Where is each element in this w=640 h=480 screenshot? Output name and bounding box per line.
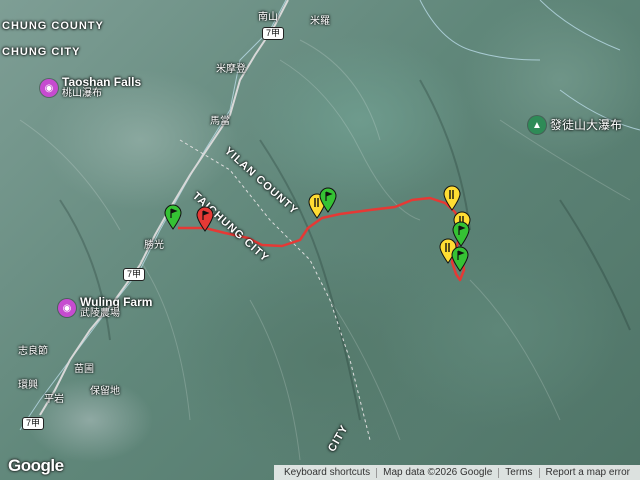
place-label: 保留地 — [90, 386, 120, 397]
terrain-layer — [19, 0, 640, 461]
place-label: 馬當 — [210, 116, 230, 127]
place-label: 志良節 — [18, 346, 48, 357]
google-logo: Google — [8, 456, 64, 475]
place-label: 米羅 — [310, 16, 330, 27]
park-icon: ▲ — [528, 116, 546, 134]
road-shield: 7甲 — [262, 27, 285, 40]
place-label: 勝光 — [144, 240, 164, 251]
red-flag-marker[interactable] — [196, 206, 214, 232]
place-label: 苗圃 — [74, 364, 94, 375]
poi-wuling-farm[interactable]: ◉ Wuling Farm 武陵農場 — [58, 296, 152, 320]
poi-name-zh: 武陵農場 — [80, 308, 120, 319]
map-canvas[interactable]: CHUNG COUNTY CHUNG CITY YILAN COUNTY TAI… — [0, 0, 640, 480]
green-flag-marker[interactable] — [164, 204, 182, 230]
place-label: 環興 — [18, 380, 38, 391]
poi-waterfall[interactable]: ▲ 發徒山大瀑布 — [528, 116, 622, 134]
poi-name-zh: 發徒山大瀑布 — [550, 118, 623, 132]
report-map-error-link[interactable]: Report a map error — [540, 467, 636, 478]
place-label: 平岩 — [44, 394, 64, 405]
road-shield: 7甲 — [123, 268, 146, 281]
poi-name-en: Taoshan Falls — [62, 75, 142, 89]
county-label-2: CHUNG CITY — [2, 46, 81, 58]
poi-name-en: Wuling Farm — [80, 295, 153, 309]
road-shield: 7甲 — [22, 417, 45, 430]
poi-name-zh: 桃山瀑布 — [62, 88, 102, 99]
map-data-text: Map data ©2026 Google — [383, 467, 493, 478]
place-label: 南山 — [258, 12, 278, 23]
terms-link[interactable]: Terms — [499, 467, 538, 478]
yellow-flag-marker[interactable] — [443, 185, 461, 211]
county-label-1: CHUNG COUNTY — [2, 20, 104, 32]
poi-taoshan-falls[interactable]: ◉ Taoshan Falls 桃山瀑布 — [40, 76, 141, 100]
attribution-bar: Keyboard shortcuts Map data ©2026 Google… — [273, 465, 640, 480]
camera-icon: ◉ — [58, 299, 76, 317]
green-flag-marker[interactable] — [319, 187, 337, 213]
place-label: 米摩登 — [216, 64, 246, 75]
green-flag-marker[interactable] — [451, 246, 469, 272]
camera-icon: ◉ — [40, 79, 58, 97]
keyboard-shortcuts-link[interactable]: Keyboard shortcuts — [278, 467, 376, 478]
